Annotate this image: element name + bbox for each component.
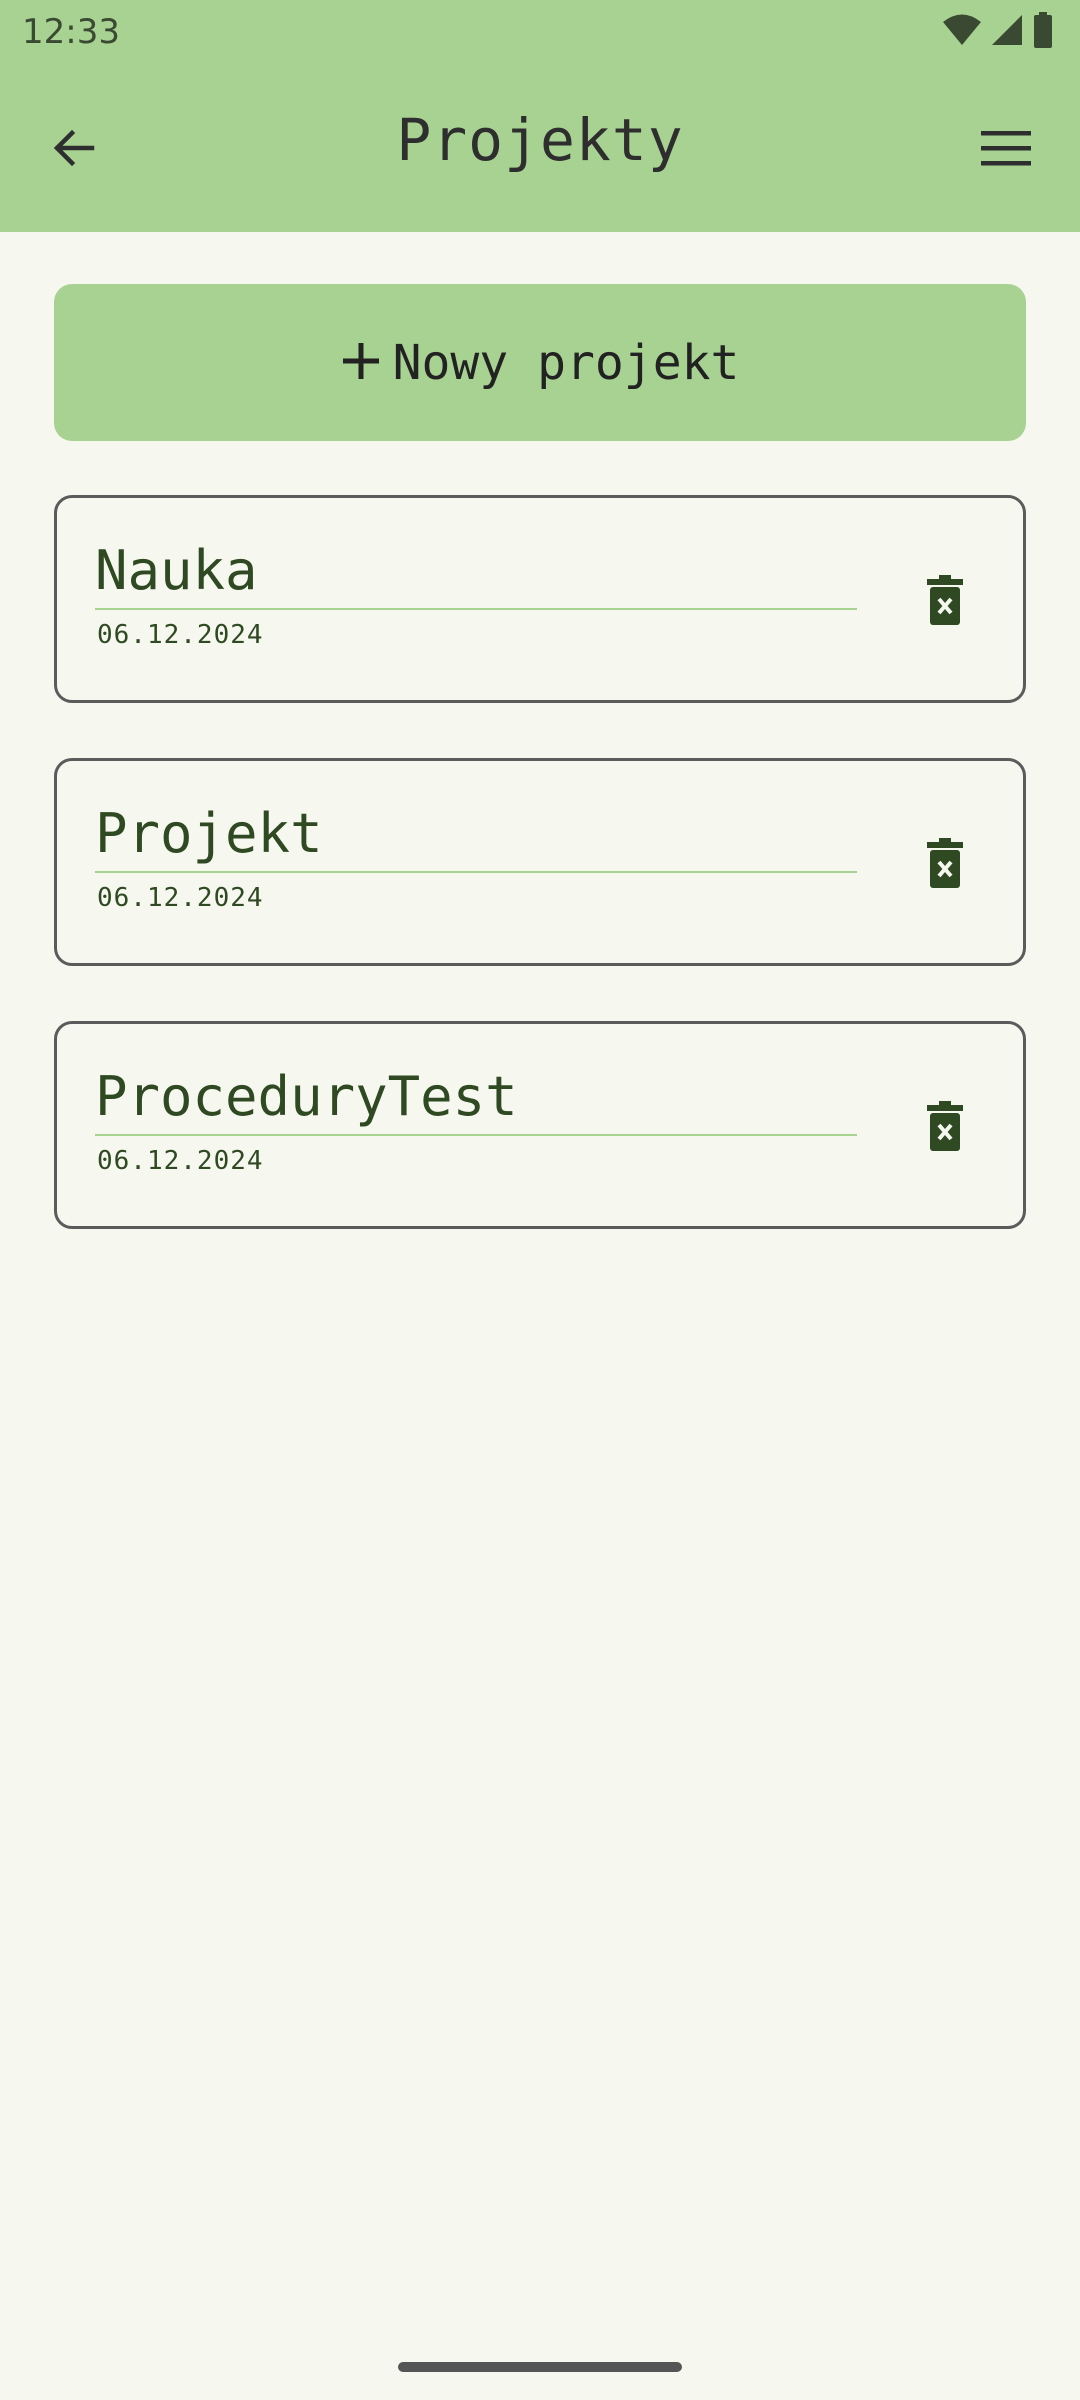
project-name-field[interactable]: ProceduryTest bbox=[95, 1064, 857, 1136]
hamburger-menu-icon bbox=[981, 129, 1031, 171]
status-bar: 12:33 bbox=[0, 0, 1080, 64]
trash-x-icon bbox=[926, 1101, 964, 1155]
projects-screen: 12:33 Projekty Nowy projekt Nauka 06.12.… bbox=[0, 0, 1080, 2400]
page-title: Projekty bbox=[396, 106, 684, 174]
project-name-field[interactable]: Projekt bbox=[95, 801, 857, 873]
new-project-label: Nowy projekt bbox=[392, 334, 740, 391]
new-project-button[interactable]: Nowy projekt bbox=[54, 284, 1026, 441]
battery-icon bbox=[1032, 12, 1054, 52]
delete-project-button[interactable] bbox=[913, 1096, 977, 1160]
project-date: 06.12.2024 bbox=[97, 620, 264, 650]
cell-signal-icon bbox=[990, 13, 1024, 51]
project-card[interactable]: Nauka 06.12.2024 bbox=[54, 495, 1026, 703]
project-card[interactable]: Projekt 06.12.2024 bbox=[54, 758, 1026, 966]
app-bar: Projekty bbox=[0, 64, 1080, 232]
home-gesture-bar[interactable] bbox=[398, 2362, 682, 2372]
status-icons bbox=[942, 12, 1054, 52]
project-card[interactable]: ProceduryTest 06.12.2024 bbox=[54, 1021, 1026, 1229]
trash-x-icon bbox=[926, 838, 964, 892]
project-date: 06.12.2024 bbox=[97, 1146, 264, 1176]
menu-button[interactable] bbox=[970, 114, 1042, 186]
wifi-icon bbox=[942, 13, 982, 51]
delete-project-button[interactable] bbox=[913, 570, 977, 634]
project-date: 06.12.2024 bbox=[97, 883, 264, 913]
plus-icon bbox=[341, 341, 381, 385]
status-time: 12:33 bbox=[22, 12, 120, 52]
project-name-field[interactable]: Nauka bbox=[95, 538, 857, 610]
delete-project-button[interactable] bbox=[913, 833, 977, 897]
trash-x-icon bbox=[926, 575, 964, 629]
